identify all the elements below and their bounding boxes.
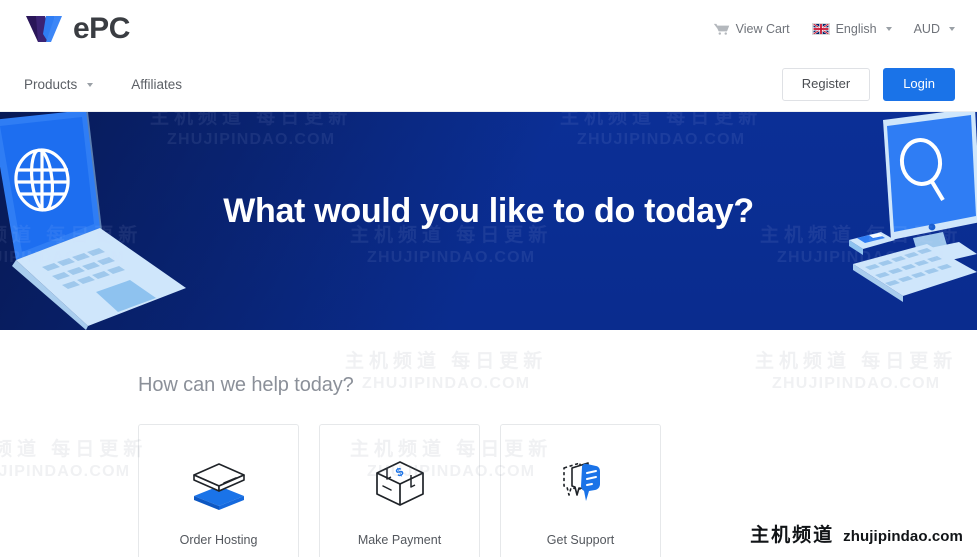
nav-auth-actions: Register Login bbox=[781, 68, 955, 101]
language-label: English bbox=[835, 22, 877, 36]
view-cart-link[interactable]: View Cart bbox=[713, 22, 790, 36]
login-button[interactable]: Login bbox=[883, 68, 955, 101]
currency-selector[interactable]: AUD bbox=[914, 22, 955, 36]
corner-watermark-cn: 主机频道 bbox=[750, 525, 835, 546]
nav-links: Products Affiliates bbox=[24, 77, 182, 92]
page-root: ePC View Cart English AUD Products Affil… bbox=[0, 0, 977, 557]
top-utility-actions: View Cart English AUD bbox=[713, 22, 955, 36]
card-make-payment[interactable]: $ Make Payment bbox=[319, 424, 480, 557]
nav-item-affiliates-label: Affiliates bbox=[131, 77, 183, 92]
shopping-cart-icon bbox=[713, 23, 729, 35]
site-logo[interactable]: ePC bbox=[24, 9, 130, 49]
hero-title: What would you like to do today? bbox=[223, 192, 754, 230]
card-make-payment-label: Make Payment bbox=[357, 533, 442, 547]
nav-item-products[interactable]: Products bbox=[24, 77, 94, 92]
chat-bubbles-icon bbox=[550, 455, 612, 513]
logo-text: ePC bbox=[73, 12, 130, 45]
cash-box-dollar-icon: $ bbox=[369, 455, 431, 513]
stacked-layers-icon bbox=[188, 455, 250, 513]
nav-item-affiliates[interactable]: Affiliates bbox=[131, 77, 182, 92]
nav-item-products-label: Products bbox=[24, 77, 78, 92]
uk-flag-icon bbox=[811, 23, 830, 35]
card-get-support-label: Get Support bbox=[546, 533, 615, 547]
card-get-support[interactable]: Get Support bbox=[500, 424, 661, 557]
card-order-hosting-label: Order Hosting bbox=[179, 533, 258, 547]
corner-watermark: 主机频道 zhujipindao.com bbox=[750, 520, 963, 547]
chevron-down-icon bbox=[885, 27, 892, 31]
view-cart-label: View Cart bbox=[735, 22, 790, 36]
hero-banner: 主机频道 每日更新 ZHUJIPINDAO.COM 主机频道 每日更新 ZHUJ… bbox=[0, 112, 977, 330]
section-title: How can we help today? bbox=[138, 374, 354, 396]
card-order-hosting[interactable]: Order Hosting bbox=[138, 424, 299, 557]
register-button[interactable]: Register bbox=[781, 68, 871, 101]
language-selector[interactable]: English bbox=[811, 22, 892, 36]
wepc-w-logo-icon bbox=[26, 16, 62, 42]
corner-watermark-en: zhujipindao.com bbox=[843, 528, 963, 545]
currency-label: AUD bbox=[913, 22, 940, 36]
chevron-down-icon bbox=[949, 27, 955, 31]
chevron-down-icon bbox=[87, 82, 94, 87]
top-utility-bar: ePC View Cart English AUD bbox=[0, 0, 977, 58]
main-navigation-bar: Products Affiliates Register Login bbox=[0, 58, 977, 112]
